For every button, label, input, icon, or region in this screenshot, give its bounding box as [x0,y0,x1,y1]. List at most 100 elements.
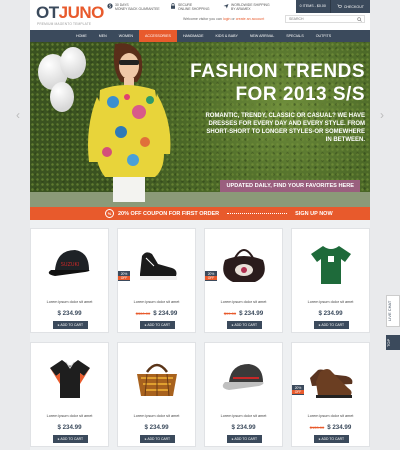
checkout-button[interactable]: CHECKOUT [330,0,370,13]
sneaker-icon [139,252,177,280]
lock-icon [171,3,175,9]
add-to-cart-label: ADD TO CART [234,437,258,441]
add-to-cart-button[interactable]: ▸ ADD TO CART [140,435,175,443]
product-price: $99.00 $ 234.99 [205,310,282,317]
shoe-icon [309,369,352,398]
add-to-cart-button[interactable]: ▸ ADD TO CART [314,435,349,443]
product-image[interactable] [122,235,191,293]
product-price-current: $ 234.99 [153,310,178,317]
product-name[interactable]: Lorem ipsum dolor sit amet [31,300,108,304]
product-name[interactable]: Lorem ipsum dolor sit amet [292,414,369,418]
main-nav: Home Men Women Accessories Handmade Kids… [30,30,370,42]
product-price: $ 234.99 [31,310,108,317]
product-image[interactable] [296,235,365,293]
add-to-cart-label: ADD TO CART [321,437,345,441]
search-icon[interactable] [357,17,362,22]
sale-label: OFF [118,276,130,280]
product-name[interactable]: Lorem ipsum dolor sit amet [118,300,195,304]
cart-icon [337,4,342,8]
checkout-label: CHECKOUT [343,4,364,9]
nav-item-handmade[interactable]: Handmade [177,30,210,42]
tshirt-icon [310,246,351,284]
product-card[interactable]: 20% OFF Lorem ipsum dolor sit amet $300.0… [117,228,196,333]
product-card[interactable]: Lorem ipsum dolor sit amet $ 234.99 ▸ AD… [204,342,283,447]
polo-icon [49,360,90,398]
hero-cta-button[interactable]: UPDATED DAILY, FIND YOUR FAVORITES HERE [220,180,360,192]
model-image [88,43,171,202]
nav-item-accessories[interactable]: Accessories [138,30,177,42]
nav-item-women[interactable]: Women [113,30,139,42]
add-to-cart-button[interactable]: ▸ ADD TO CART [53,435,88,443]
dollar-icon: $ [107,3,113,9]
nav-item-outfits[interactable]: Outfits [310,30,337,42]
product-card[interactable]: 20% OFF Lorem ipsum dolor sit amet $99.00… [204,228,283,333]
product-card[interactable]: SUZUKI Lorem ipsum dolor sit amet $ 234.… [30,228,109,333]
product-price: $133.00 $ 234.99 [292,424,369,431]
coupon-bar: % 20% OFF COUPON FOR FIRST ORDER SIGN UP… [30,207,370,220]
product-image[interactable] [122,349,191,407]
svg-text:SUZUKI: SUZUKI [60,262,79,268]
signup-link[interactable]: SIGN UP NOW [295,211,333,217]
product-price-current: $ 234.99 [57,310,82,317]
add-to-cart-label: ADD TO CART [60,323,84,327]
logo-text-a: OT [36,3,59,22]
slider-next-arrow[interactable]: › [380,108,384,122]
product-price-current: $ 234.99 [57,424,82,431]
nav-item-home[interactable]: Home [70,30,93,42]
product-image[interactable]: SUZUKI [35,235,104,293]
product-card[interactable]: 20% OFF Lorem ipsum dolor sit amet $133.0… [291,342,370,447]
create-account-link[interactable]: create an account [236,17,265,21]
product-image[interactable] [209,235,278,293]
product-card[interactable]: Lorem ipsum dolor sit amet $ 234.99 ▸ AD… [117,342,196,447]
balloon-image [50,82,74,112]
slider-prev-arrow[interactable]: ‹ [16,108,20,122]
welcome-or: or [231,17,235,21]
product-image[interactable] [296,349,365,407]
add-to-cart-button[interactable]: ▸ ADD TO CART [53,321,88,329]
hero-title: FASHION TRENDS FOR 2013 S/S [190,60,365,106]
product-image[interactable] [209,349,278,407]
product-name[interactable]: Lorem ipsum dolor sit amet [292,300,369,304]
product-image[interactable] [35,349,104,407]
add-to-cart-button[interactable]: ▸ ADD TO CART [140,321,175,329]
cap-icon [222,364,263,390]
nav-item-new-arrival[interactable]: New Arrival [244,30,280,42]
cap-icon: SUZUKI [48,250,89,276]
search-input[interactable]: SEARCH [285,15,365,23]
nav-item-men[interactable]: Men [93,30,113,42]
coupon-divider [227,213,288,214]
product-name[interactable]: Lorem ipsum dolor sit amet [31,414,108,418]
logo-tagline: PREMIUM MAGENTO TEMPLATE [37,22,92,26]
product-name[interactable]: Lorem ipsum dolor sit amet [205,300,282,304]
feature-line2: MONEY BACK GUARANTEE [115,7,160,11]
product-price: $300.00 $ 234.99 [118,310,195,317]
nav-item-kids-baby[interactable]: Kids & Baby [210,30,244,42]
product-card[interactable]: Lorem ipsum dolor sit amet $ 234.99 ▸ AD… [30,342,109,447]
product-card[interactable]: Lorem ipsum dolor sit amet $ 234.99 ▸ AD… [291,228,370,333]
logo-text-b: JUNO [58,3,105,22]
product-price: $ 234.99 [205,424,282,431]
nav-item-specials[interactable]: Specials [280,30,310,42]
page: OTJUNO PREMIUM MAGENTO TEMPLATE $ 30 DAY… [30,0,370,450]
live-chat-tab[interactable]: LIVE CHAT [386,295,400,327]
header-cart-bar: 0 ITEMS - $0.00 CHECKOUT [295,0,370,13]
logo[interactable]: OTJUNO [36,3,105,22]
add-to-cart-button[interactable]: ▸ ADD TO CART [227,435,262,443]
back-to-top-button[interactable]: TOP [386,335,400,350]
cart-summary[interactable]: 0 ITEMS - $0.00 [295,0,331,13]
product-price: $ 234.99 [118,424,195,431]
add-to-cart-button[interactable]: ▸ ADD TO CART [227,321,262,329]
add-to-cart-label: ADD TO CART [147,323,171,327]
product-price-current: $ 234.99 [327,424,352,431]
login-link[interactable]: login [223,17,231,21]
product-name[interactable]: Lorem ipsum dolor sit amet [205,414,282,418]
hero-banner[interactable]: FASHION TRENDS FOR 2013 S/S ROMANTIC, TR… [30,42,370,207]
add-to-cart-button[interactable]: ▸ ADD TO CART [314,321,349,329]
coupon-text: 20% OFF COUPON FOR FIRST ORDER [118,210,220,217]
feature-line2: BY ARAMEX [231,7,251,11]
discount-badge: 20% OFF [118,271,130,281]
product-price-current: $ 234.99 [239,310,264,317]
product-name[interactable]: Lorem ipsum dolor sit amet [118,414,195,418]
product-price-current: $ 234.99 [231,424,256,431]
product-price: $ 234.99 [292,310,369,317]
